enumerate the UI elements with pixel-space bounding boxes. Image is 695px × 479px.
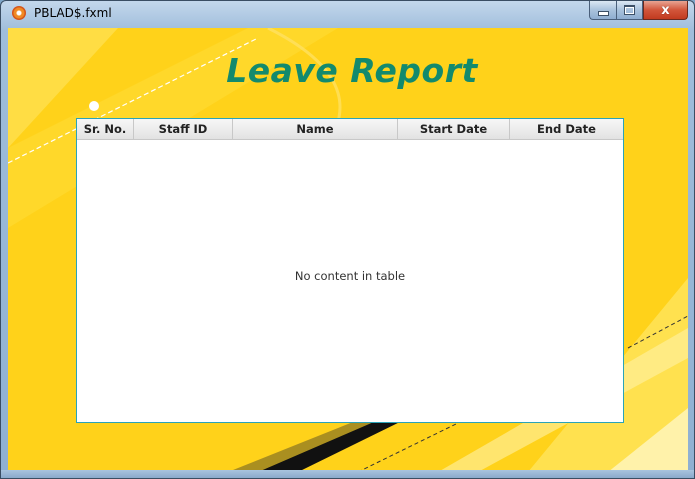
- page-title: Leave Report: [226, 51, 478, 90]
- table-header: Sr. No. Staff ID Name Start Date End Dat…: [77, 119, 623, 140]
- caption-buttons: x: [589, 1, 688, 21]
- minimize-icon: [597, 10, 609, 16]
- empty-table-message: No content in table: [294, 269, 406, 283]
- column-header-name[interactable]: Name: [233, 119, 398, 139]
- close-icon: x: [661, 2, 670, 18]
- window-title: PBLAD$.fxml: [34, 6, 112, 20]
- maximize-button[interactable]: [616, 1, 643, 20]
- close-button[interactable]: x: [643, 1, 688, 20]
- content-area: Leave Report Sr. No. Staff ID Name Start…: [8, 28, 688, 472]
- column-header-sr-no[interactable]: Sr. No.: [77, 119, 134, 139]
- column-header-staff-id[interactable]: Staff ID: [134, 119, 233, 139]
- column-header-end-date[interactable]: End Date: [510, 119, 623, 139]
- minimize-button[interactable]: [589, 1, 616, 20]
- app-logo-icon[interactable]: [12, 6, 26, 20]
- leave-report-table[interactable]: Sr. No. Staff ID Name Start Date End Dat…: [76, 118, 624, 423]
- title-bar[interactable]: PBLAD$.fxml x: [1, 1, 694, 25]
- app-window: PBLAD$.fxml x Leave Report Sr. No. Staff…: [0, 0, 695, 479]
- maximize-icon: [624, 5, 635, 15]
- window-bottom-border: [1, 470, 694, 478]
- column-header-start-date[interactable]: Start Date: [398, 119, 510, 139]
